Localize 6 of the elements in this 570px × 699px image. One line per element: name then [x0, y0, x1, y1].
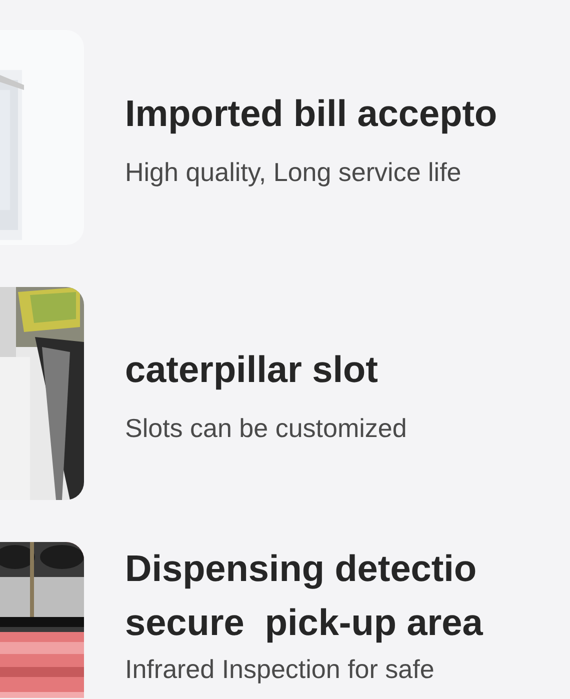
feature-description: Slots can be customized: [125, 412, 407, 444]
feature-description: High quality, Long service life: [125, 156, 462, 188]
feature-title: Dispensing detectio secure pick-up area: [125, 547, 483, 645]
feature-description: Infrared Inspection for safe: [125, 653, 436, 686]
feature-title: caterpillar slot: [125, 348, 379, 392]
feature-title: Imported bill accepto: [125, 92, 498, 136]
